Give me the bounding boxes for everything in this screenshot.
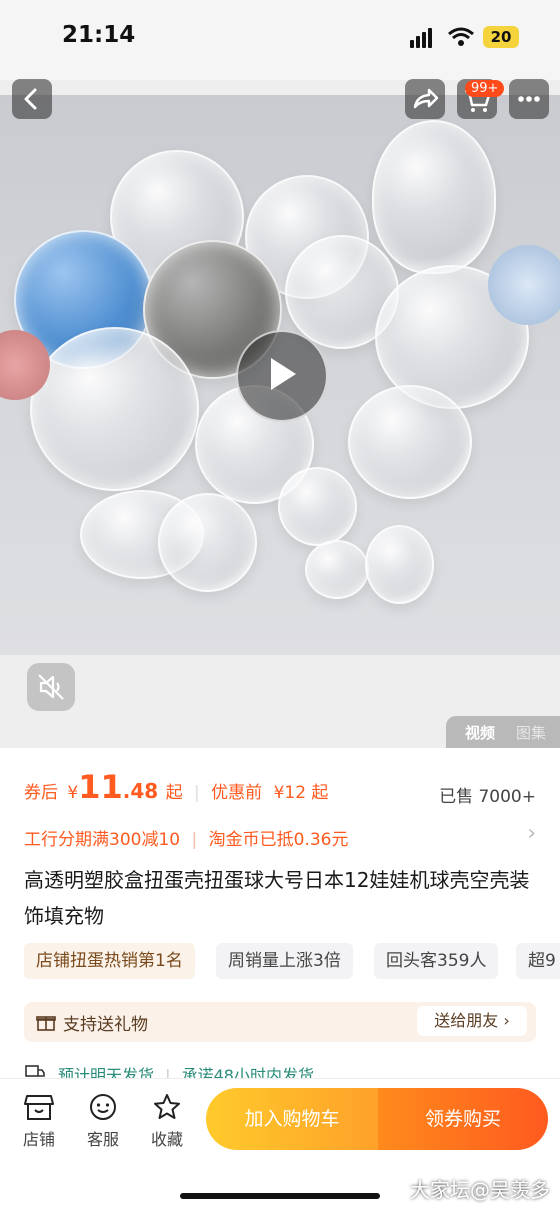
price-row: 券后 ¥11.48 起 | 优惠前 ¥12 起	[24, 768, 328, 806]
before-price-label: 优惠前	[211, 783, 263, 803]
coin-promo: 淘金币已抵0.36元	[208, 830, 349, 850]
tab-video[interactable]: 视频	[465, 722, 495, 743]
nav-service-label: 客服	[86, 1130, 119, 1149]
media-tabs: 视频 图集	[446, 716, 560, 748]
nav-shop-label: 店铺	[22, 1130, 55, 1149]
status-time: 21:14	[62, 22, 136, 48]
send-to-friend-button[interactable]: 送给朋友 ›	[417, 1006, 527, 1036]
back-button[interactable]	[12, 79, 52, 119]
send-to-friend-label: 送给朋友	[434, 1011, 499, 1030]
share-icon	[413, 88, 439, 109]
mute-icon	[38, 674, 64, 700]
gift-label: 支持送礼物	[63, 1015, 148, 1035]
price-currency: ¥	[67, 783, 79, 803]
sold-count: 已售 7000+	[439, 787, 536, 807]
nav-favorite-label: 收藏	[150, 1130, 183, 1149]
divider: |	[191, 830, 198, 850]
before-price: ¥12	[273, 783, 307, 803]
star-icon	[154, 1094, 180, 1119]
after-coupon-label: 券后	[24, 783, 58, 803]
more-button[interactable]	[509, 79, 549, 119]
play-button[interactable]	[236, 330, 328, 422]
more-icon	[518, 96, 540, 102]
mute-button[interactable]	[27, 663, 75, 711]
service-icon	[90, 1094, 116, 1120]
watermark: 大家坛@吴羡多	[410, 1178, 550, 1202]
back-icon	[24, 88, 37, 110]
buy-button[interactable]: 领券购买	[378, 1088, 548, 1150]
tab-gallery[interactable]: 图集	[516, 722, 546, 743]
tag-rank[interactable]: 店铺扭蛋热销第1名	[24, 943, 195, 979]
price-decimal: .48	[122, 779, 159, 803]
price-integer: 11	[78, 768, 123, 806]
nav-favorite[interactable]: 收藏	[142, 1092, 192, 1150]
installment-promo: 工行分期满300减10	[24, 830, 181, 850]
chevron-right-icon: ›	[527, 821, 536, 846]
tag-repeat[interactable]: 回头客359人	[374, 943, 499, 979]
divider: |	[194, 783, 200, 803]
tag-more[interactable]: 超9	[516, 943, 560, 979]
wifi-icon	[448, 27, 474, 46]
nav-shop[interactable]: 店铺	[14, 1092, 64, 1150]
promo-row[interactable]: 工行分期满300减10 | 淘金币已抵0.36元 ›	[24, 821, 536, 850]
flower-decoration	[488, 245, 560, 325]
home-indicator[interactable]	[180, 1193, 380, 1199]
tag-weekly[interactable]: 周销量上涨3倍	[216, 943, 353, 979]
gift-icon	[36, 1016, 56, 1031]
shop-icon	[24, 1095, 54, 1120]
nav-service[interactable]: 客服	[78, 1092, 128, 1150]
cart-badge: 99+	[465, 80, 505, 97]
before-price-suffix: 起	[311, 783, 329, 803]
price-suffix: 起	[165, 783, 183, 803]
cellular-signal-icon	[410, 28, 434, 48]
share-button[interactable]	[405, 79, 445, 119]
add-to-cart-button[interactable]: 加入购物车	[206, 1088, 378, 1150]
product-title: 高透明塑胶盒扭蛋壳扭蛋球大号日本12娃娃机球壳空壳装饰填充物	[24, 868, 530, 928]
play-icon	[271, 358, 296, 390]
battery-indicator: 20	[483, 26, 519, 48]
